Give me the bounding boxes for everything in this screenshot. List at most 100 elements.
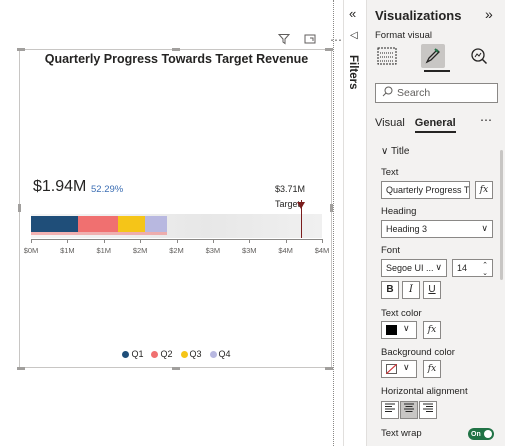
bar-segment-q2[interactable] (78, 216, 119, 232)
stepper-icon[interactable]: ⌃ ⌄ (482, 261, 488, 277)
bar-segment-q4[interactable] (145, 216, 168, 232)
tab-visual[interactable]: Visual (375, 117, 405, 133)
align-right-button[interactable] (419, 401, 437, 419)
bold-button[interactable]: B (381, 281, 399, 299)
text-color-label: Text color (381, 308, 422, 319)
more-options-icon[interactable]: ⋯ (328, 33, 344, 47)
heading-dropdown[interactable]: Heading 3 ∨ (381, 220, 493, 238)
text-color-fx-button[interactable]: fx (423, 321, 441, 339)
current-value: $1.94M (33, 178, 87, 195)
resize-handle-top[interactable] (172, 48, 180, 51)
format-visual-icon[interactable] (421, 44, 445, 68)
legend-label: Q3 (189, 349, 202, 359)
x-tick (212, 239, 214, 243)
format-tabs: Visual General (375, 117, 456, 133)
legend-item-q3[interactable]: Q3 (180, 349, 202, 359)
legend-item-q1[interactable]: Q1 (122, 349, 143, 359)
x-tick (249, 239, 251, 243)
chevron-down-icon: ∨ (403, 362, 410, 372)
resize-handle-top-left[interactable] (17, 48, 25, 51)
percent-value: 52.29% (91, 184, 124, 195)
legend-item-q4[interactable]: Q4 (209, 349, 231, 359)
filter-icon[interactable] (276, 33, 292, 47)
font-family-value: Segoe UI ... (386, 263, 434, 273)
visualizations-pane: Visualizations » Format visual Search Vi… (367, 0, 505, 446)
legend-marker (209, 350, 217, 358)
no-color-swatch (386, 364, 397, 374)
x-tick-label: $2M (132, 246, 148, 255)
title-section-header[interactable]: ∨ Title (381, 146, 409, 157)
legend-marker (180, 350, 188, 358)
background-color-fx-button[interactable]: fx (423, 360, 441, 378)
progress-underline (31, 232, 168, 235)
active-tab-indicator (424, 70, 450, 72)
resize-handle-bottom-right[interactable] (325, 367, 333, 370)
search-placeholder: Search (397, 87, 431, 99)
font-size-stepper[interactable]: 14 ⌃ ⌄ (452, 259, 493, 277)
x-tick-label: $4M (278, 246, 293, 255)
resize-handle-bottom[interactable] (172, 367, 180, 370)
x-tick-label: $3M (241, 246, 257, 255)
x-tick (140, 239, 142, 243)
align-left-button[interactable] (381, 401, 399, 419)
bar-segment-q1[interactable] (31, 216, 79, 232)
chevron-down-icon: ∨ (481, 223, 488, 233)
legend-label: Q4 (218, 349, 231, 359)
x-tick (103, 239, 105, 243)
text-fx-button[interactable]: fx (475, 181, 493, 199)
x-tick (67, 239, 69, 243)
text-wrap-toggle[interactable]: On (468, 428, 494, 440)
x-tick (285, 239, 287, 243)
section-title: Title (390, 146, 410, 157)
align-center-button[interactable] (400, 401, 418, 419)
font-family-dropdown[interactable]: Segoe UI ... ∨ (381, 259, 447, 277)
toggle-state: On (471, 430, 481, 438)
resize-handle-top-right[interactable] (325, 48, 333, 51)
italic-button[interactable]: I (402, 281, 420, 299)
pane-scrollbar[interactable] (500, 150, 503, 280)
search-input[interactable]: Search (375, 83, 498, 103)
filter-pane-icon[interactable]: ◁ (350, 30, 358, 41)
chevron-down-icon: ∨ (403, 323, 410, 333)
filters-pane[interactable]: « ◁ Filters (343, 0, 367, 446)
underline-button[interactable]: U (423, 281, 441, 299)
background-color-picker[interactable]: ∨ (381, 360, 417, 378)
color-swatch (386, 325, 397, 335)
legend-label: Q1 (131, 349, 144, 359)
analytics-icon[interactable] (467, 44, 491, 68)
text-wrap-label: Text wrap (381, 428, 422, 439)
target-value: $3.71M (275, 184, 306, 194)
resize-handle-left[interactable] (18, 204, 21, 212)
legend-label: Q2 (160, 349, 173, 359)
tabs-more-icon[interactable]: ⋯ (480, 113, 492, 127)
bar-segment-q3[interactable] (118, 216, 146, 232)
legend-marker (122, 350, 130, 358)
legend-marker (151, 350, 159, 358)
toggle-knob (484, 430, 492, 438)
pane-subtitle: Format visual (375, 30, 433, 41)
legend-item-q2[interactable]: Q2 (151, 349, 173, 359)
collapse-right-icon[interactable]: » (485, 6, 493, 22)
build-visual-icon[interactable] (375, 44, 399, 68)
chevron-down-icon: ∨ (381, 146, 389, 157)
canvas-boundary (333, 0, 334, 446)
text-label: Text (381, 167, 399, 178)
x-tick-label: $0M (23, 246, 39, 255)
text-color-picker[interactable]: ∨ (381, 321, 417, 339)
tab-general[interactable]: General (414, 117, 456, 133)
x-tick (322, 239, 323, 243)
filters-label[interactable]: Filters (347, 55, 359, 90)
resize-handle-bottom-left[interactable] (17, 367, 25, 370)
collapse-left-icon[interactable]: « (349, 6, 356, 21)
title-text-input[interactable]: Quarterly Progress T (381, 181, 470, 199)
chevron-down-icon: ∨ (435, 262, 442, 272)
focus-mode-icon[interactable] (302, 33, 318, 47)
progress-visual[interactable]: Quarterly Progress Towards Target Revenu… (19, 49, 332, 368)
legend: Q1 Q2 Q3 Q4 (20, 349, 333, 359)
pane-title: Visualizations (375, 8, 462, 23)
visual-title: Quarterly Progress Towards Target Revenu… (44, 52, 309, 66)
horizontal-alignment-label: Horizontal alignment (381, 386, 468, 397)
x-tick-label: $2M (169, 246, 184, 255)
heading-label: Heading (381, 206, 417, 217)
heading-value: Heading 3 (386, 224, 428, 234)
